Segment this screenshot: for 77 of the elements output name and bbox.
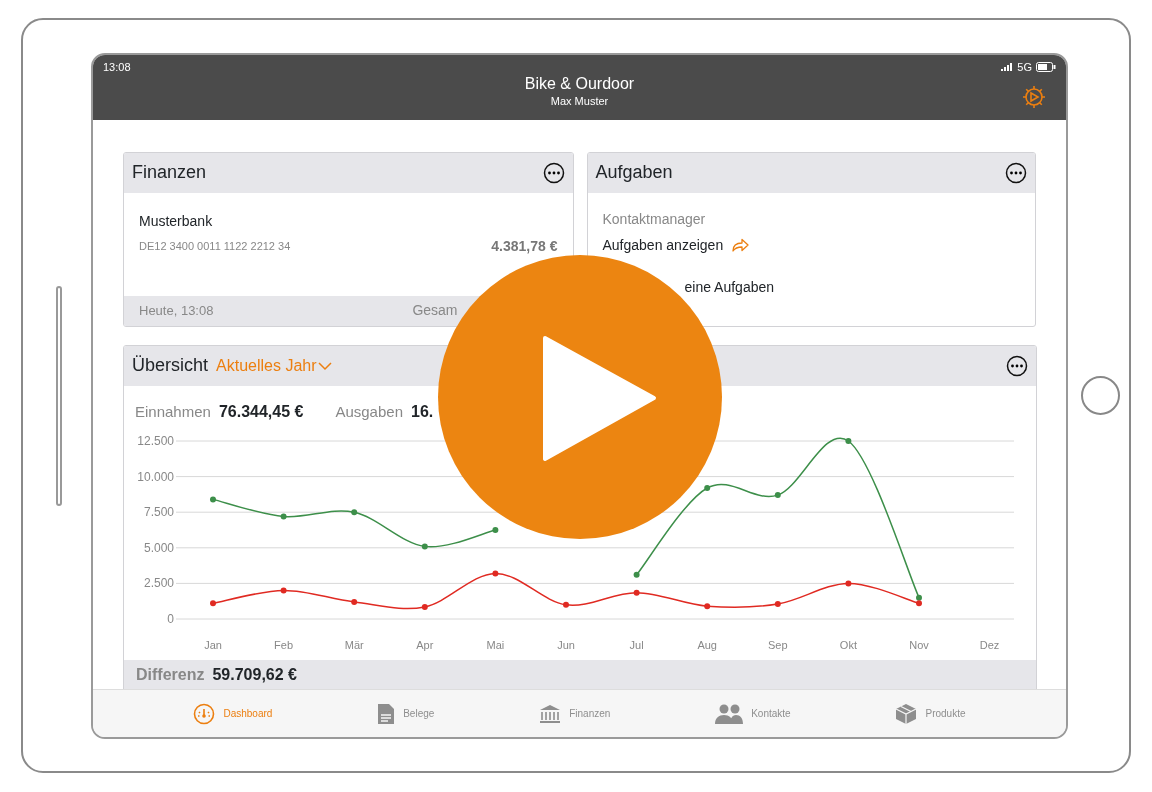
data-point — [633, 571, 640, 578]
axis-tick-label: Apr — [416, 638, 434, 651]
axis-tick-label: 10.000 — [137, 469, 174, 484]
tasks-link[interactable]: Aufgaben anzeigen — [602, 236, 724, 253]
data-point — [210, 495, 216, 502]
axis-tick-label: Aug — [697, 638, 717, 651]
tab[interactable]: Finanzen — [533, 702, 617, 725]
data-point — [563, 601, 569, 608]
data-point — [845, 579, 852, 586]
axis-tick-label: Jun — [557, 638, 575, 651]
expenses-value: 16. — [411, 401, 434, 422]
data-point — [210, 599, 216, 606]
card-title: Aufgaben — [595, 161, 673, 184]
settings-icon[interactable] — [1022, 84, 1046, 109]
axis-tick-label: 7.500 — [143, 504, 174, 519]
user-name: Max Muster — [550, 94, 609, 109]
empty-message: eine Aufgaben — [684, 278, 775, 295]
data-point — [774, 600, 781, 607]
axis-tick-label: Nov — [909, 638, 929, 651]
data-point — [421, 542, 428, 549]
app-title: Bike & Ourdoor — [524, 75, 635, 93]
tab[interactable]: Kontakte — [709, 702, 797, 725]
document-icon — [377, 702, 396, 725]
data-point — [704, 602, 711, 609]
difference-label: Differenz — [136, 664, 205, 685]
axis-tick-label: 12.500 — [137, 433, 174, 448]
income-value: 76.344,45 € — [218, 401, 304, 422]
card-title: Finanzen — [132, 161, 207, 184]
box-icon — [895, 702, 918, 725]
data-point — [280, 587, 287, 593]
data-point — [492, 526, 499, 533]
axis-tick-label: 0 — [167, 611, 174, 626]
data-point — [633, 589, 640, 596]
expenses-label: Ausgaben — [335, 401, 403, 422]
data-point — [774, 491, 781, 498]
data-point — [421, 603, 428, 610]
battery-icon — [1036, 61, 1056, 72]
difference-value: 59.709,62 € — [212, 664, 297, 685]
period-dropdown[interactable]: Aktuelles Jahr — [216, 353, 333, 378]
card-title: Übersicht — [132, 354, 209, 377]
bank-icon — [539, 703, 562, 724]
axis-tick-label: Jan — [204, 638, 222, 651]
data-point — [492, 569, 499, 576]
axis-tick-label: 2.500 — [143, 575, 174, 590]
account-balance: 4.381,78 € — [491, 236, 558, 256]
axis-tick-label: Jul — [629, 638, 644, 651]
more-icon[interactable] — [1005, 161, 1027, 184]
axis-tick-label: Mai — [486, 638, 505, 651]
data-point — [280, 512, 287, 519]
tab[interactable]: Produkte — [889, 701, 972, 726]
update-time: Heute, 13:08 — [139, 301, 214, 320]
share-arrow-icon — [731, 237, 750, 252]
chevron-down-icon — [316, 360, 333, 371]
axis-tick-label: Okt — [839, 638, 857, 651]
axis-tick-label: Dez — [979, 638, 1000, 651]
income-label: Einnahmen — [135, 401, 211, 422]
axis-tick-label: Feb — [274, 638, 294, 651]
axis-tick-label: Mär — [344, 638, 364, 651]
tab[interactable]: Belege — [371, 701, 441, 726]
people-icon — [715, 703, 744, 724]
more-icon[interactable] — [1006, 354, 1028, 377]
data-point — [351, 508, 358, 515]
more-icon[interactable] — [542, 161, 565, 184]
section-label: Kontaktmanager — [602, 209, 707, 229]
data-point — [351, 598, 358, 605]
tab[interactable]: Dashboard — [187, 701, 279, 726]
status-time: 13:08 — [103, 59, 131, 75]
signal-icon — [1001, 62, 1014, 71]
network-label: 5G — [1017, 59, 1032, 75]
data-point — [845, 437, 852, 444]
total-label: Gesam — [412, 301, 458, 320]
data-point — [704, 484, 711, 491]
gauge-icon — [193, 702, 216, 725]
axis-tick-label: Sep — [768, 638, 788, 651]
axis-tick-label: 5.000 — [143, 540, 174, 555]
account-iban: DE12 3400 0011 1122 2212 34 — [139, 238, 291, 254]
account-name: Musterbank — [139, 211, 214, 231]
